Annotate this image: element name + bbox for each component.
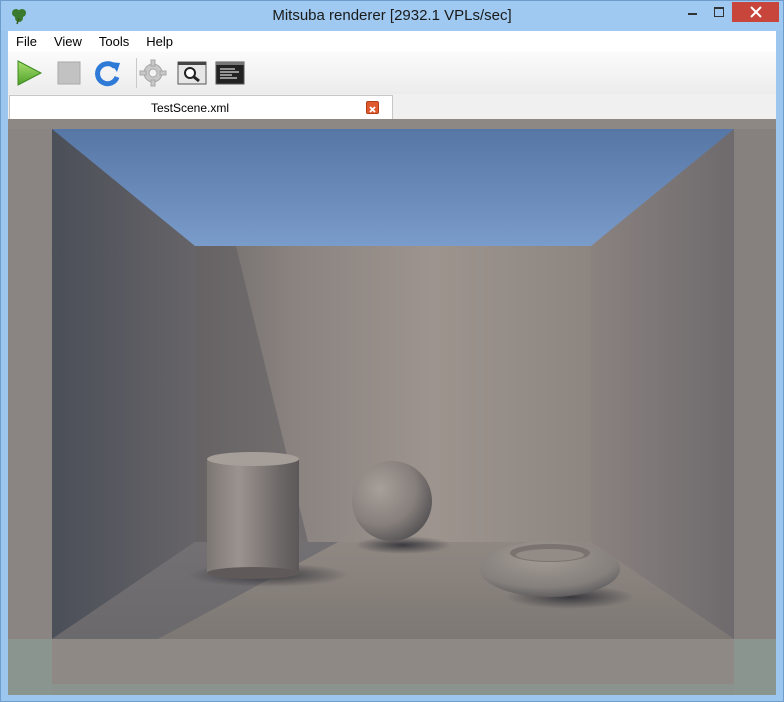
menu-tools[interactable]: Tools [91,34,137,49]
toolbar [8,52,776,95]
console-icon [215,61,245,85]
tab-testscene[interactable]: TestScene.xml [9,95,393,119]
minimize-button[interactable] [677,2,707,22]
menu-bar: File View Tools Help [8,31,776,52]
title-bar[interactable]: Mitsuba renderer [2932.1 VPLs/sec] [1,1,783,31]
tab-close-button[interactable] [366,101,379,114]
menu-file[interactable]: File [8,34,45,49]
log-button[interactable] [215,58,245,88]
stop-icon [57,61,81,85]
menu-view[interactable]: View [46,34,90,49]
tab-label: TestScene.xml [150,101,230,115]
render-view[interactable] [8,119,776,695]
magnifier-icon [177,61,207,85]
stop-render-button[interactable] [54,58,84,88]
play-icon [17,60,43,86]
refresh-icon [95,61,120,87]
rendered-image [8,119,776,695]
start-render-button[interactable] [14,58,44,88]
tab-bar: TestScene.xml [8,94,776,119]
maximize-icon [714,7,724,17]
gear-icon [139,59,167,87]
close-icon [369,106,376,113]
close-icon [749,6,762,18]
refresh-button[interactable] [93,58,123,88]
app-window: Mitsuba renderer [2932.1 VPLs/sec] File … [0,0,784,702]
window-title: Mitsuba renderer [2932.1 VPLs/sec] [272,7,512,24]
settings-button[interactable] [138,58,168,88]
menu-help[interactable]: Help [138,34,181,49]
maximize-button[interactable] [704,2,734,22]
inspect-button[interactable] [177,58,207,88]
toolbar-separator [136,58,137,88]
minimize-icon [687,13,697,15]
close-button[interactable] [732,2,779,22]
